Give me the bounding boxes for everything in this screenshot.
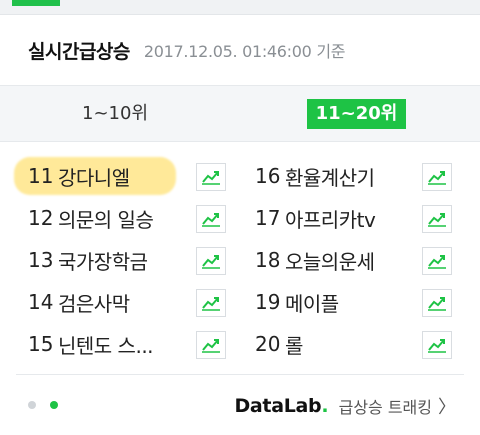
tab-11-20[interactable]: 11~20위 <box>307 99 406 129</box>
keyword-link[interactable]: 아프리카tv <box>285 204 376 233</box>
rank-tabs: 1~10위 11~20위 <box>0 85 480 142</box>
keyword-link[interactable]: 검은사막 <box>58 288 130 317</box>
trend-chart-icon[interactable] <box>196 163 226 191</box>
keyword-rank: 16 <box>255 164 281 188</box>
keyword-column-left: 11 강다니엘 12 의문의 일승 13 국가장학금 14 검은사막 15 닌텐… <box>14 155 243 365</box>
keyword-link[interactable]: 닌텐도 스... <box>58 330 154 359</box>
trend-chart-icon[interactable] <box>196 289 226 317</box>
keyword-link[interactable]: 환율계산기 <box>285 162 375 191</box>
top-bar-accent <box>12 0 60 6</box>
trend-chart-icon[interactable] <box>196 205 226 233</box>
keyword-link[interactable]: 국가장학금 <box>58 246 148 275</box>
keyword-row[interactable]: 12 의문의 일승 <box>28 197 243 239</box>
keyword-rank: 19 <box>255 290 281 314</box>
trend-chart-icon[interactable] <box>422 247 452 275</box>
datalab-logo: DataLab <box>234 395 322 417</box>
page-indicator-dot-active[interactable] <box>50 401 58 409</box>
trend-chart-icon[interactable] <box>422 289 452 317</box>
keyword-row[interactable]: 20 롤 <box>255 323 470 365</box>
keyword-rank: 11 <box>28 164 54 188</box>
keyword-row[interactable]: 19 메이플 <box>255 281 470 323</box>
trend-chart-icon[interactable] <box>422 163 452 191</box>
trend-chart-icon[interactable] <box>196 331 226 359</box>
footer: DataLab . 급상승 트래킹 〉 <box>0 375 480 435</box>
keyword-row[interactable]: 14 검은사막 <box>28 281 243 323</box>
header: 실시간급상승 2017.12.05. 01:46:00 기준 <box>0 15 480 85</box>
tab-1-10[interactable]: 1~10위 <box>70 99 160 129</box>
datalab-logo-dot: . <box>321 395 329 417</box>
keyword-rank: 14 <box>28 290 54 314</box>
keyword-row[interactable]: 16 환율계산기 <box>255 155 470 197</box>
chevron-right-icon: 〉 <box>438 397 456 418</box>
keyword-link[interactable]: 의문의 일승 <box>58 204 154 233</box>
keyword-link[interactable]: 메이플 <box>285 288 339 317</box>
keyword-row[interactable]: 15 닌텐도 스... <box>28 323 243 365</box>
section-title: 실시간급상승 <box>28 40 130 63</box>
keyword-link[interactable]: 롤 <box>285 330 303 359</box>
datalab-link-label: 급상승 트래킹 <box>338 398 432 417</box>
keyword-link[interactable]: 강다니엘 <box>58 162 130 191</box>
keyword-link[interactable]: 오늘의운세 <box>285 246 375 275</box>
keyword-row[interactable]: 17 아프리카tv <box>255 197 470 239</box>
keyword-column-right: 16 환율계산기 17 아프리카tv 18 오늘의운세 19 메이플 20 롤 <box>255 155 470 365</box>
keyword-rank: 15 <box>28 332 54 356</box>
trend-chart-icon[interactable] <box>196 247 226 275</box>
keyword-rank: 17 <box>255 206 281 230</box>
timestamp: 2017.12.05. 01:46:00 기준 <box>143 42 346 61</box>
page-indicator-dot[interactable] <box>28 401 36 409</box>
datalab-link[interactable]: DataLab . 급상승 트래킹 〉 <box>234 393 456 419</box>
trend-chart-icon[interactable] <box>422 205 452 233</box>
keyword-row[interactable]: 13 국가장학금 <box>28 239 243 281</box>
keyword-rank: 13 <box>28 248 54 272</box>
keyword-row[interactable]: 11 강다니엘 <box>14 155 243 197</box>
keyword-rank: 20 <box>255 332 281 356</box>
keyword-row[interactable]: 18 오늘의운세 <box>255 239 470 281</box>
trend-chart-icon[interactable] <box>422 331 452 359</box>
keyword-rank: 18 <box>255 248 281 272</box>
keyword-list: 11 강다니엘 12 의문의 일승 13 국가장학금 14 검은사막 15 닌텐… <box>0 155 480 365</box>
keyword-rank: 12 <box>28 206 54 230</box>
top-bar <box>0 0 480 15</box>
